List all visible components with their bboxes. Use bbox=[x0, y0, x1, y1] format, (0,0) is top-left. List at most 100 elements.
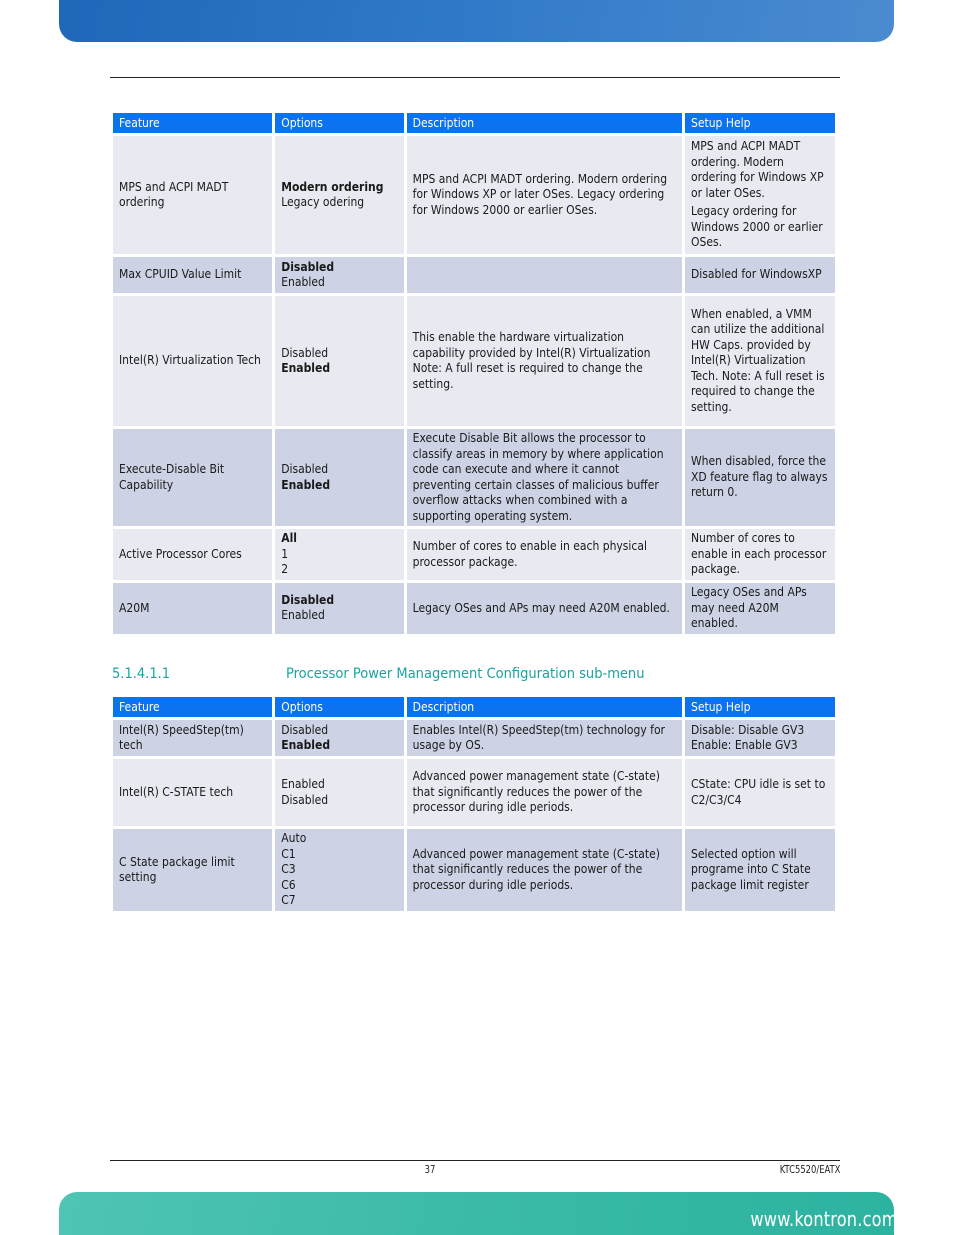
document-id: KTC5520/EATX bbox=[779, 1163, 840, 1176]
setup-help-text: Disable: Disable GV3 Enable: Enable GV3 bbox=[690, 722, 805, 753]
section-title: Processor Power Management Configuration… bbox=[286, 666, 645, 682]
table-row: Active Processor Cores All 1 2 Number of cor… bbox=[113, 529, 835, 580]
option-selected[interactable]: Enabled bbox=[281, 478, 397, 494]
option[interactable]: Legacy odering bbox=[281, 195, 397, 211]
setup-help-text: Selected option will programe into C Sta… bbox=[690, 846, 811, 892]
option[interactable]: C7 bbox=[281, 893, 397, 909]
description-cell: Advanced power management state (C-state… bbox=[406, 759, 682, 826]
column-header-options: Options bbox=[275, 697, 404, 717]
description-cell: Number of cores to enable in each physic… bbox=[406, 529, 682, 580]
option-selected[interactable]: Disabled bbox=[281, 593, 397, 609]
header-rule bbox=[110, 77, 840, 78]
feature-cell: A20M bbox=[113, 583, 273, 634]
option[interactable]: C6 bbox=[281, 878, 397, 894]
option[interactable]: Disabled bbox=[281, 346, 397, 362]
setup-help-cell: Number of cores to enable in each proces… bbox=[684, 529, 835, 580]
column-header-setup-help: Setup Help bbox=[684, 697, 835, 717]
option[interactable]: Enabled bbox=[281, 777, 397, 793]
description-cell: Advanced power management state (C-state… bbox=[406, 829, 682, 911]
column-header-description: Description bbox=[406, 697, 682, 717]
option[interactable]: C3 bbox=[281, 862, 397, 878]
description-cell bbox=[406, 257, 682, 293]
options-cell: Modern ordering Legacy odering bbox=[275, 136, 404, 254]
options-cell: Disabled Enabled bbox=[275, 429, 404, 526]
setup-help-cell: Selected option will programe into C Sta… bbox=[684, 829, 835, 911]
setup-help-cell: CState: CPU idle is set to C2/C3/C4 bbox=[684, 759, 835, 826]
description-cell: This enable the hardware virtualization … bbox=[406, 296, 682, 426]
table1-body: MPS and ACPI MADT ordering Modern orderin… bbox=[113, 136, 835, 634]
description-cell: Execute Disable Bit allows the processor… bbox=[406, 429, 682, 526]
table-row: A20M Disabled Enabled Legacy OSes and APs m… bbox=[113, 583, 835, 634]
column-header-feature: Feature bbox=[113, 113, 273, 133]
feature-cell: Intel(R) C-STATE tech bbox=[113, 759, 273, 826]
option[interactable]: Disabled bbox=[281, 723, 397, 739]
section-heading: 5.1.4.1.1 Processor Power Management Conf… bbox=[112, 666, 644, 682]
setup-help-cell: MPS and ACPI MADT ordering. Modern order… bbox=[684, 136, 835, 254]
option[interactable]: 1 bbox=[281, 547, 397, 563]
feature-cell: MPS and ACPI MADT ordering bbox=[113, 136, 273, 254]
table-row: Intel(R) SpeedStep(tm) tech Disabled Enabl… bbox=[113, 720, 835, 756]
setup-help-cell: When disabled, force the XD feature flag… bbox=[684, 429, 835, 526]
options-cell: Auto C1 C3 C6 C7 bbox=[275, 829, 404, 911]
description-cell: MPS and ACPI MADT ordering. Modern order… bbox=[406, 136, 682, 254]
feature-cell: Execute-Disable Bit Capability bbox=[113, 429, 273, 526]
section-number: 5.1.4.1.1 bbox=[112, 666, 171, 682]
option-selected[interactable]: Disabled bbox=[281, 260, 397, 276]
table-row: C State package limit setting Auto C1 C3 C6 C… bbox=[113, 829, 835, 911]
option[interactable]: Disabled bbox=[281, 793, 397, 809]
feature-cell: Active Processor Cores bbox=[113, 529, 273, 580]
setup-help-text: Legacy OSes and APs may need A20M enable… bbox=[690, 585, 807, 630]
column-header-options: Options bbox=[275, 113, 404, 133]
description-cell: Legacy OSes and APs may need A20M enable… bbox=[406, 583, 682, 634]
options-cell: Disabled Enabled bbox=[275, 583, 404, 634]
setup-help-cell: When enabled, a VMM can utilize the addi… bbox=[684, 296, 835, 426]
feature-cell: Max CPUID Value Limit bbox=[113, 257, 273, 293]
processor-config-table: Feature Options Description Setup Help M… bbox=[110, 110, 838, 637]
setup-help-text: MPS and ACPI MADT ordering. Modern order… bbox=[690, 139, 824, 200]
option[interactable]: C1 bbox=[281, 847, 397, 863]
footer-rule bbox=[110, 1160, 840, 1161]
options-cell: Enabled Disabled bbox=[275, 759, 404, 826]
feature-cell: Intel(R) Virtualization Tech bbox=[113, 296, 273, 426]
column-header-feature: Feature bbox=[113, 697, 273, 717]
options-cell: All 1 2 bbox=[275, 529, 404, 580]
table-row: Intel(R) C-STATE tech Enabled Disabled Adva… bbox=[113, 759, 835, 826]
setup-help-cell: Legacy OSes and APs may need A20M enable… bbox=[684, 583, 835, 634]
top-banner bbox=[59, 0, 894, 42]
option-selected[interactable]: Enabled bbox=[281, 738, 397, 754]
feature-cell: Intel(R) SpeedStep(tm) tech bbox=[113, 720, 273, 756]
option[interactable]: Enabled bbox=[281, 275, 397, 291]
option-selected[interactable]: Modern ordering bbox=[281, 180, 397, 196]
table-row: Max CPUID Value Limit Disabled Enabled Disa… bbox=[113, 257, 835, 293]
option[interactable]: Disabled bbox=[281, 462, 397, 478]
table2-body: Intel(R) SpeedStep(tm) tech Disabled Enabl… bbox=[113, 720, 835, 911]
column-header-setup-help: Setup Help bbox=[684, 113, 835, 133]
page-number: 37 bbox=[424, 1163, 436, 1176]
description-cell: Enables Intel(R) SpeedStep(tm) technolog… bbox=[406, 720, 682, 756]
table-row: Execute-Disable Bit Capability Disabled En… bbox=[113, 429, 835, 526]
feature-cell: C State package limit setting bbox=[113, 829, 273, 911]
power-management-table: Feature Options Description Setup Help I… bbox=[110, 694, 838, 914]
column-header-description: Description bbox=[406, 113, 682, 133]
setup-help-text: Disabled for WindowsXP bbox=[690, 267, 822, 282]
options-cell: Disabled Enabled bbox=[275, 720, 404, 756]
setup-help-text: When enabled, a VMM can utilize the addi… bbox=[690, 306, 825, 414]
setup-help-text: Legacy ordering for Windows 2000 or earl… bbox=[690, 204, 823, 250]
table-row: Intel(R) Virtualization Tech Disabled Enab… bbox=[113, 296, 835, 426]
table-row: MPS and ACPI MADT ordering Modern orderin… bbox=[113, 136, 835, 254]
table-header-row: Feature Options Description Setup Help bbox=[113, 113, 835, 133]
table-header-row: Feature Options Description Setup Help bbox=[113, 697, 835, 717]
setup-help-cell: Disabled for WindowsXP bbox=[684, 257, 835, 293]
options-cell: Disabled Enabled bbox=[275, 257, 404, 293]
options-cell: Disabled Enabled bbox=[275, 296, 404, 426]
option-selected[interactable]: Enabled bbox=[281, 361, 397, 377]
setup-help-text: CState: CPU idle is set to C2/C3/C4 bbox=[690, 777, 826, 807]
option[interactable]: 2 bbox=[281, 562, 397, 578]
option[interactable]: Auto bbox=[281, 831, 397, 847]
website-link[interactable]: www.kontron.com bbox=[751, 1207, 898, 1231]
setup-help-text: When disabled, force the XD feature flag… bbox=[690, 454, 828, 500]
option-selected[interactable]: All bbox=[281, 531, 397, 547]
setup-help-cell: Disable: Disable GV3 Enable: Enable GV3 bbox=[684, 720, 835, 756]
option[interactable]: Enabled bbox=[281, 608, 397, 624]
setup-help-text: Number of cores to enable in each proces… bbox=[690, 531, 827, 577]
